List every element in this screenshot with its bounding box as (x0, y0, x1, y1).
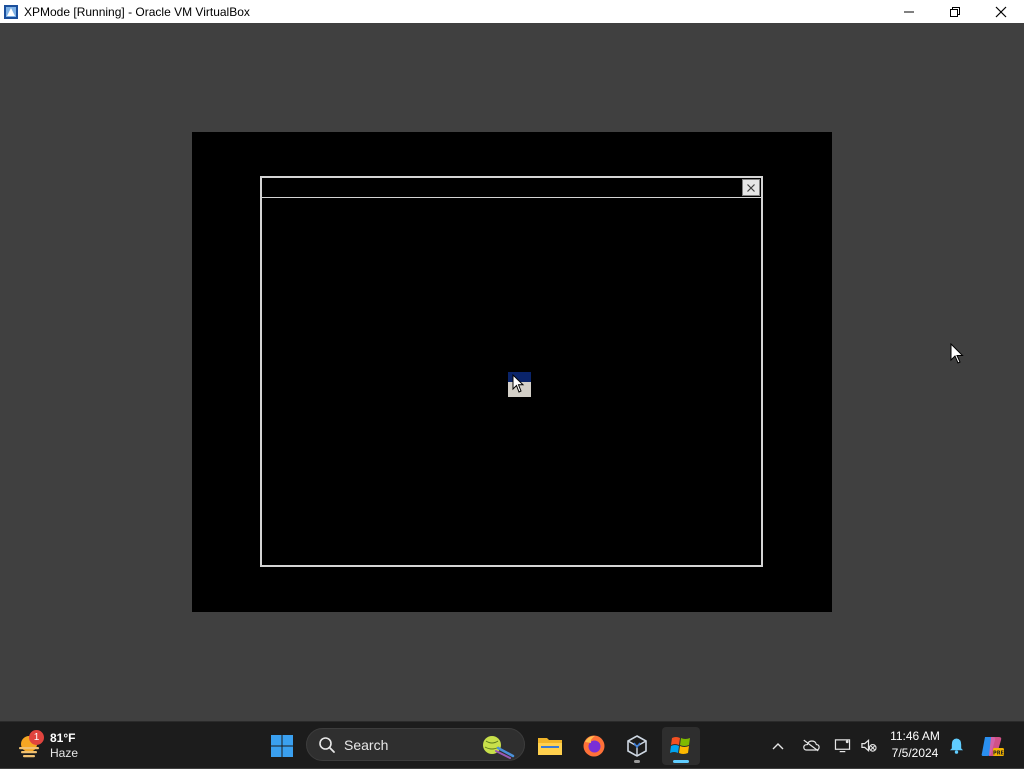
taskbar: 1 81°F Haze Search 11:46 AM 7/5/2024 PRE (0, 721, 1024, 768)
window-title: XPMode [Running] - Oracle VM VirtualBox (24, 4, 250, 19)
close-icon (747, 183, 755, 192)
clock-time: 11:46 AM (890, 729, 940, 743)
close-icon (995, 6, 1007, 17)
taskbar-app-firefox[interactable] (575, 727, 613, 765)
vm-display-area[interactable] (0, 23, 1024, 721)
tray-onedrive[interactable] (800, 722, 822, 769)
folder-icon (538, 738, 562, 755)
chevron-up-icon (772, 742, 784, 749)
taskbar-app-virtualbox[interactable] (618, 727, 656, 765)
copilot-icon: PRE (981, 736, 1005, 756)
clock-date: 7/5/2024 (891, 746, 939, 760)
bell-icon (949, 738, 963, 754)
guest-screen[interactable] (192, 132, 832, 612)
tray-network[interactable] (831, 722, 853, 769)
window-titlebar[interactable]: XPMode [Running] - Oracle VM VirtualBox (0, 0, 1024, 23)
search-icon (319, 736, 335, 753)
taskbar-clock[interactable]: 11:46 AM 7/5/2024 (884, 728, 946, 762)
virtualbox-icon (627, 735, 647, 757)
search-placeholder: Search (344, 736, 389, 753)
virtualbox-icon (4, 4, 18, 19)
cloud-offline-icon (803, 739, 820, 752)
display-icon (834, 739, 850, 753)
windows-logo-icon (271, 735, 293, 757)
copilot-button[interactable]: PRE (978, 722, 1006, 769)
weather-widget[interactable]: 1 81°F Haze (16, 727, 78, 765)
guest-cursor (508, 372, 531, 397)
minimize-icon (904, 11, 914, 12)
tray-volume[interactable] (857, 722, 879, 769)
start-button[interactable] (263, 727, 301, 765)
notification-button[interactable] (946, 722, 966, 769)
taskbar-search[interactable]: Search (306, 728, 525, 761)
restore-button[interactable] (932, 0, 978, 23)
weather-temperature: 81°F (50, 731, 76, 745)
mouse-cursor-icon (950, 343, 964, 364)
app-active-indicator (673, 760, 689, 763)
windows-xp-logo-icon (670, 737, 690, 754)
firefox-icon (583, 735, 605, 757)
search-highlight-art-icon (483, 736, 515, 759)
arrow-cursor-icon (512, 374, 525, 393)
guest-dialog[interactable] (260, 176, 763, 567)
app-running-indicator (634, 760, 640, 763)
taskbar-app-xpmode[interactable] (662, 727, 700, 765)
close-button[interactable] (978, 0, 1024, 23)
show-hidden-icons-button[interactable] (768, 722, 788, 769)
guest-dialog-close-button[interactable] (742, 179, 760, 196)
weather-badge: 1 (29, 730, 44, 745)
minimize-button[interactable] (886, 0, 932, 23)
taskbar-app-file-explorer[interactable] (531, 727, 569, 765)
haze-sun-icon: 1 (16, 730, 44, 760)
volume-muted-icon (860, 739, 877, 752)
restore-icon (950, 6, 960, 17)
svg-text:PRE: PRE (993, 750, 1005, 756)
guest-dialog-titlebar[interactable] (262, 178, 761, 198)
weather-condition: Haze (50, 746, 79, 760)
